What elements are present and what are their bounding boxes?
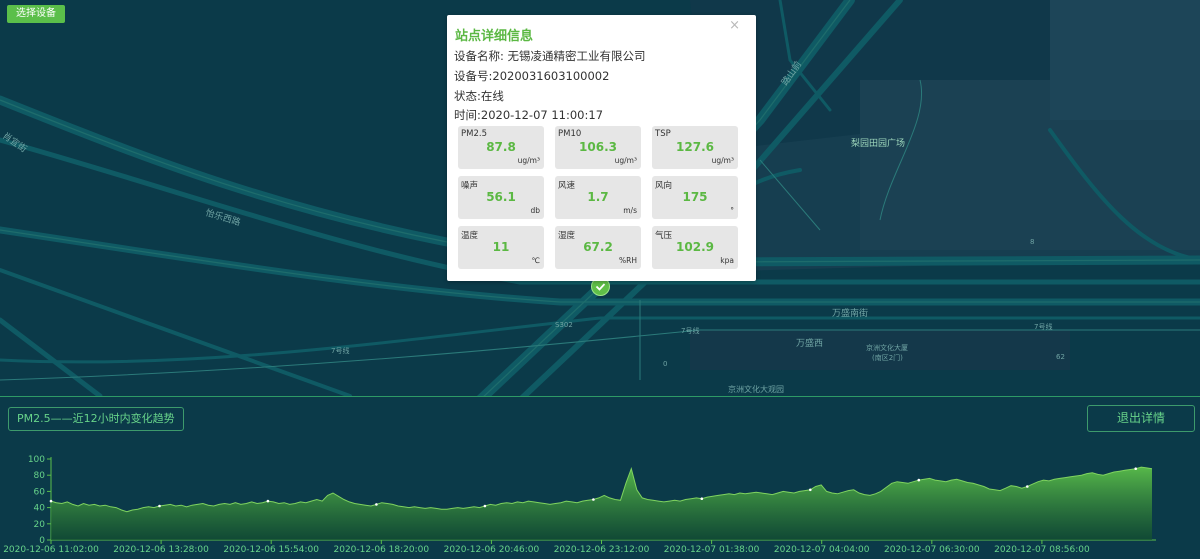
metric-value: 1.7 [587, 190, 609, 204]
status-text: 状态:在线 [454, 89, 504, 103]
metric-value: 87.8 [486, 140, 516, 154]
y-tick-label: 40 [34, 504, 46, 514]
map-label-num-8: 8 [1030, 238, 1034, 246]
metric-value: 11 [492, 240, 510, 254]
metric-unit: m/s [623, 206, 637, 215]
data-point [483, 504, 487, 508]
trend-panel: PM2.5——近12小时内变化趋势 退出详情 0 20 40 60 80 100 2020… [0, 396, 1200, 559]
metric-card-noise: 噪声 56.1 db [458, 176, 544, 219]
exit-detail-button[interactable]: 退出详情 [1087, 405, 1195, 432]
metric-unit: ug/m³ [517, 156, 540, 165]
data-point [266, 499, 270, 503]
data-point [158, 504, 161, 508]
pm25-trend-chart: 020406080100 2020-12-06 11:02:00 2020-12-… [3, 455, 1156, 555]
station-detail-popup: × 站点详细信息 设备名称: 无锡凌通精密工业有限公司 设备号:20200316… [447, 15, 756, 281]
map-label-culture-tower: 京洲文化大厦 [866, 343, 908, 352]
popup-title: 站点详细信息 [455, 29, 534, 44]
metric-value: 56.1 [486, 190, 516, 204]
metric-unit: ° [730, 206, 734, 215]
data-point [1134, 467, 1137, 470]
metric-unit: ug/m³ [711, 156, 734, 165]
x-tick-label: 2020-12-06 11:02:00 [3, 545, 99, 555]
trend-title: PM2.5——近12小时内变化趋势 [8, 407, 184, 431]
x-tick-label: 2020-12-06 23:12:00 [554, 545, 650, 555]
map-label-num-0: 0 [663, 360, 667, 368]
close-icon[interactable]: × [729, 18, 740, 33]
metric-card-wind-direction: 风向 175 ° [652, 176, 738, 219]
x-tick-label: 2020-12-07 06:30:00 [884, 545, 980, 555]
data-point [917, 478, 921, 482]
metric-unit: ug/m³ [614, 156, 637, 165]
metric-unit: db [530, 206, 540, 215]
metric-value: 67.2 [583, 240, 613, 254]
x-tick-label: 2020-12-07 04:04:00 [774, 545, 870, 555]
metric-card-wind-speed: 风速 1.7 m/s [555, 176, 641, 219]
metric-name: PM10 [558, 129, 582, 139]
select-device-button[interactable]: 选择设备 [7, 5, 65, 23]
metric-value: 102.9 [676, 240, 714, 254]
x-tick-label: 2020-12-06 18:20:00 [334, 545, 430, 555]
metric-unit: %RH [619, 256, 637, 265]
x-tick-label: 2020-12-06 13:28:00 [113, 545, 209, 555]
time-text: 时间:2020-12-07 11:00:17 [454, 108, 604, 122]
metric-card-pressure: 气压 102.9 kpa [652, 226, 738, 269]
map-label-wansheng-south: 万盛南街 [832, 307, 868, 319]
metric-card-pm10: PM10 106.3 ug/m³ [555, 126, 641, 169]
pm25-series-area [51, 467, 1152, 540]
map-label-line7-c: 7号线 [331, 346, 349, 355]
device-id-text: 设备号:2020031603100002 [454, 69, 610, 83]
metric-value: 106.3 [579, 140, 617, 154]
metric-card-pm25: PM2.5 87.8 ug/m³ [458, 126, 544, 169]
metric-name: TSP [655, 129, 671, 139]
x-tick-label: 2020-12-06 20:46:00 [444, 545, 540, 555]
metric-value: 127.6 [676, 140, 714, 154]
device-name-text: 设备名称: 无锡凌通精密工业有限公司 [454, 49, 646, 63]
x-tick-label: 2020-12-06 15:54:00 [223, 545, 319, 555]
data-point [1026, 485, 1029, 488]
data-point [809, 488, 812, 492]
map-label-num-62: 62 [1056, 353, 1065, 361]
map-label-line7-a: 7号线 [681, 326, 699, 335]
metric-unit: kpa [720, 256, 734, 265]
map-label-culture-park: 京洲文化大观园 [728, 384, 784, 394]
x-tick-label: 2020-12-07 08:56:00 [994, 545, 1090, 555]
metric-unit: ℃ [531, 256, 540, 265]
metric-card-humidity: 湿度 67.2 %RH [555, 226, 641, 269]
data-point [375, 503, 378, 506]
y-tick-label: 20 [34, 520, 46, 530]
metric-card-temperature: 温度 11 ℃ [458, 226, 544, 269]
metric-value: 175 [682, 190, 708, 204]
map-label-plaza: 梨园田园广场 [851, 137, 905, 149]
data-point [49, 499, 53, 503]
map-label-culture-tower-sub: (南区2门) [872, 353, 903, 362]
map-label-wansheng-west: 万盛西 [796, 337, 823, 349]
data-point [700, 497, 704, 500]
x-tick-label: 2020-12-07 01:38:00 [664, 545, 760, 555]
data-point [592, 498, 595, 501]
y-tick-label: 60 [34, 487, 46, 497]
y-tick-label: 80 [34, 471, 46, 481]
y-tick-label: 100 [28, 455, 45, 465]
map-label-line7-b: 7号线 [1034, 322, 1052, 331]
map-label-s302: S302 [555, 321, 573, 329]
metric-card-tsp: TSP 127.6 ug/m³ [652, 126, 738, 169]
metric-name: PM2.5 [461, 129, 487, 139]
